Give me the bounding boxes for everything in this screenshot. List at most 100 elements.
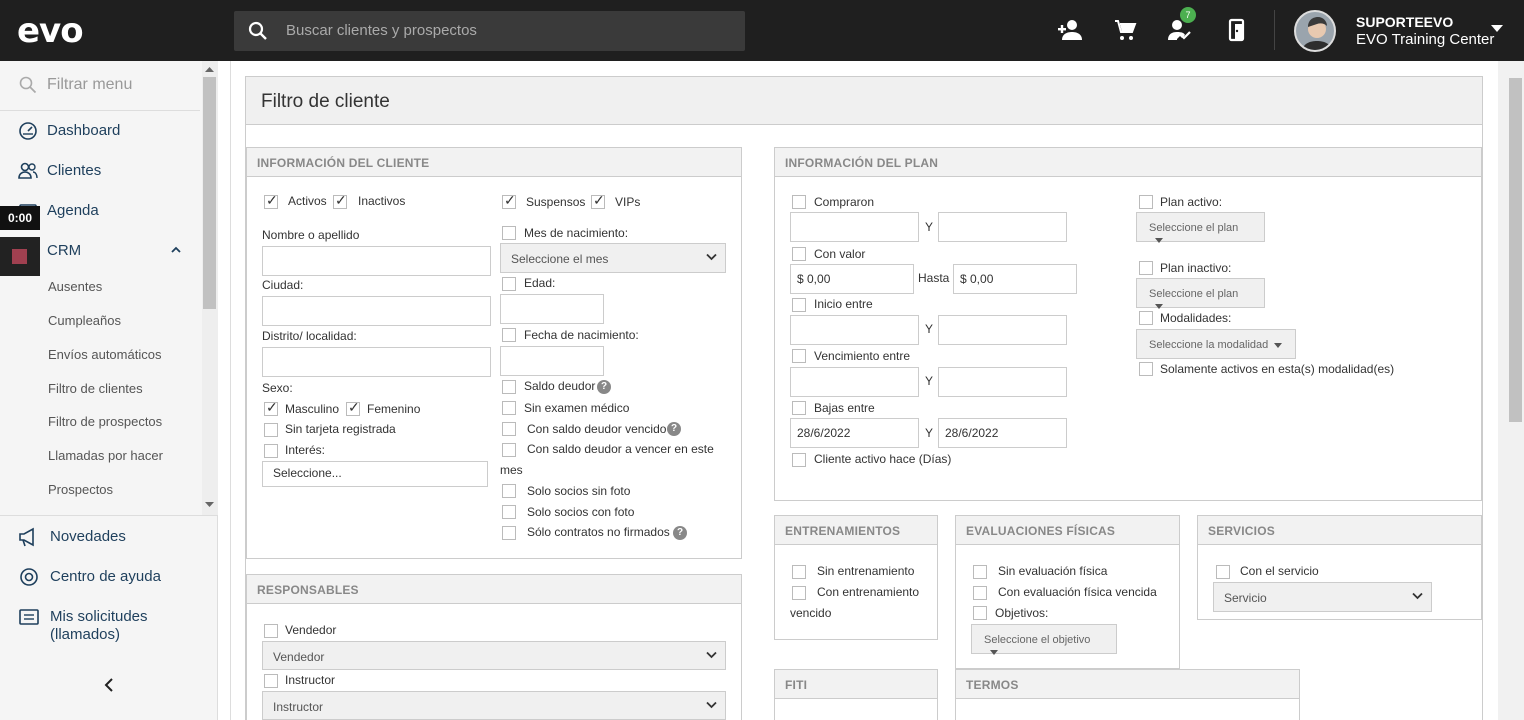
global-search-input[interactable]: Buscar clientes y prospectos: [234, 11, 745, 51]
interes-checkbox[interactable]: [264, 444, 278, 458]
sidebar-item-ayuda[interactable]: Centro de ayuda: [0, 557, 200, 597]
objetivos-checkbox[interactable]: [973, 606, 987, 620]
masculino-label: Masculino: [285, 402, 340, 416]
compraron-desde-input[interactable]: [790, 212, 919, 242]
solamente-checkbox[interactable]: [1139, 362, 1153, 376]
menu-filter-input[interactable]: Filtrar menu: [0, 61, 200, 111]
sin-tarjeta-checkbox[interactable]: [264, 423, 278, 437]
mes-select[interactable]: Seleccione el mes: [500, 243, 726, 273]
help-icon[interactable]: ?: [673, 526, 687, 540]
cart-icon[interactable]: [1113, 18, 1137, 42]
modalidades-checkbox[interactable]: [1139, 311, 1153, 325]
sin-entrenamiento-label: Sin entrenamiento: [817, 564, 915, 578]
vendedor-select[interactable]: Vendedor: [262, 641, 726, 670]
evaluacion-vencida-checkbox[interactable]: [973, 586, 987, 600]
con-valor-checkbox[interactable]: [792, 247, 806, 261]
scroll-up-arrow-icon[interactable]: [205, 66, 214, 72]
objetivo-dropdown[interactable]: Seleccione el objetivo: [971, 624, 1117, 655]
con-entrenamiento-checkbox[interactable]: [792, 586, 806, 600]
help-icon[interactable]: ?: [667, 422, 681, 436]
saldo-vencer-checkbox[interactable]: [502, 443, 516, 457]
suspensos-checkbox[interactable]: [502, 192, 516, 209]
vencimiento-checkbox[interactable]: [792, 349, 806, 363]
con-servicio-checkbox[interactable]: [1216, 565, 1230, 579]
distrito-input[interactable]: [262, 347, 491, 377]
sidebar-sub-prospectos[interactable]: Prospectos: [48, 482, 113, 497]
instructor-checkbox[interactable]: [264, 674, 278, 688]
sin-foto-checkbox[interactable]: [502, 484, 516, 498]
evo-logo[interactable]: evo: [17, 14, 84, 48]
vencimiento-hasta-input[interactable]: [938, 367, 1067, 397]
inicio-desde-input[interactable]: [790, 315, 919, 345]
plan-inactivo-checkbox[interactable]: [1139, 261, 1153, 275]
main-scrollbar-thumb[interactable]: [1509, 78, 1522, 422]
y-label: Y: [925, 374, 934, 388]
sidebar-sub-filtro-clientes[interactable]: Filtro de clientes: [48, 381, 143, 396]
plan-activo-dropdown[interactable]: Seleccione el plan: [1136, 212, 1265, 243]
plan-activo-checkbox[interactable]: [1139, 195, 1153, 209]
vips-checkbox[interactable]: [591, 192, 605, 209]
compraron-hasta-input[interactable]: [938, 212, 1067, 242]
nombre-input[interactable]: [262, 246, 491, 276]
vendedor-checkbox[interactable]: [264, 624, 278, 638]
bajas-desde-input[interactable]: 28/6/2022: [790, 418, 919, 448]
logout-door-icon[interactable]: [1227, 18, 1247, 42]
sin-examen-checkbox[interactable]: [502, 401, 516, 415]
instructor-select[interactable]: Instructor: [262, 691, 726, 720]
inactivos-checkbox[interactable]: [333, 192, 347, 209]
sidebar-item-clientes[interactable]: Clientes: [0, 151, 200, 191]
edad-input[interactable]: [500, 294, 604, 324]
plan-inactivo-dropdown[interactable]: Seleccione el plan: [1136, 278, 1265, 309]
sidebar-sub-ausentes[interactable]: Ausentes: [48, 279, 102, 294]
hasta-label: Hasta: [918, 271, 950, 285]
collapse-sidebar-icon[interactable]: [104, 678, 114, 692]
sidebar-sub-llamadas[interactable]: Llamadas por hacer: [48, 448, 163, 463]
masculino-checkbox[interactable]: [264, 399, 278, 416]
modalidad-dropdown[interactable]: Seleccione la modalidad: [1136, 329, 1296, 359]
user-menu-caret-icon[interactable]: [1491, 25, 1503, 32]
sin-entrenamiento-checkbox[interactable]: [792, 565, 806, 579]
top-bar: evo Buscar clientes y prospectos 7 SUPOR…: [0, 0, 1524, 61]
no-firmados-checkbox[interactable]: [502, 526, 516, 540]
activo-hace-checkbox[interactable]: [792, 453, 806, 467]
sidebar-label-novedades: Novedades: [50, 528, 126, 545]
servicio-select[interactable]: Servicio: [1213, 582, 1432, 612]
bajas-checkbox[interactable]: [792, 401, 806, 415]
sidebar-item-dashboard[interactable]: Dashboard: [0, 111, 200, 151]
valor-desde-input[interactable]: $ 0,00: [790, 264, 914, 294]
sidebar-item-novedades[interactable]: Novedades: [0, 517, 200, 557]
saldo-deudor-checkbox[interactable]: [502, 380, 516, 394]
scroll-down-arrow-icon[interactable]: [205, 502, 214, 508]
instructor-select-value: Instructor: [273, 700, 324, 714]
con-valor-label: Con valor: [814, 247, 866, 261]
mes-nacimiento-checkbox[interactable]: [502, 226, 516, 240]
add-user-icon[interactable]: [1057, 18, 1083, 42]
sidebar-sub-filtro-prospectos[interactable]: Filtro de prospectos: [48, 414, 162, 429]
sidebar-sub-cumpleanos[interactable]: Cumpleaños: [48, 313, 121, 328]
inicio-checkbox[interactable]: [792, 298, 806, 312]
sidebar-scrollbar-thumb[interactable]: [203, 77, 216, 309]
fecha-nacimiento-checkbox[interactable]: [502, 328, 516, 342]
user-name[interactable]: SUPORTEEVO: [1356, 14, 1453, 30]
interes-select[interactable]: Seleccione...: [262, 461, 488, 487]
fecha-nacimiento-input[interactable]: [500, 346, 604, 376]
sin-evaluacion-checkbox[interactable]: [973, 565, 987, 579]
sidebar-item-solicitudes[interactable]: Mis solicitudes (llamados): [0, 597, 200, 647]
help-icon[interactable]: ?: [597, 380, 611, 394]
vencimiento-desde-input[interactable]: [790, 367, 919, 397]
edad-checkbox[interactable]: [502, 277, 516, 291]
bajas-hasta-input[interactable]: 28/6/2022: [938, 418, 1067, 448]
sidebar-item-crm[interactable]: CRM: [0, 231, 200, 271]
session-timer: 0:00: [0, 206, 40, 230]
sidebar-sub-envios[interactable]: Envíos automáticos: [48, 347, 161, 362]
compraron-checkbox[interactable]: [792, 195, 806, 209]
saldo-vencido-checkbox[interactable]: [502, 422, 516, 436]
con-foto-checkbox[interactable]: [502, 505, 516, 519]
activos-checkbox[interactable]: [264, 192, 278, 209]
valor-hasta-input[interactable]: $ 0,00: [953, 264, 1077, 294]
user-center[interactable]: EVO Training Center: [1356, 31, 1494, 48]
femenino-checkbox[interactable]: [346, 399, 360, 416]
user-avatar[interactable]: [1294, 10, 1336, 52]
inicio-hasta-input[interactable]: [938, 315, 1067, 345]
ciudad-input[interactable]: [262, 296, 491, 326]
